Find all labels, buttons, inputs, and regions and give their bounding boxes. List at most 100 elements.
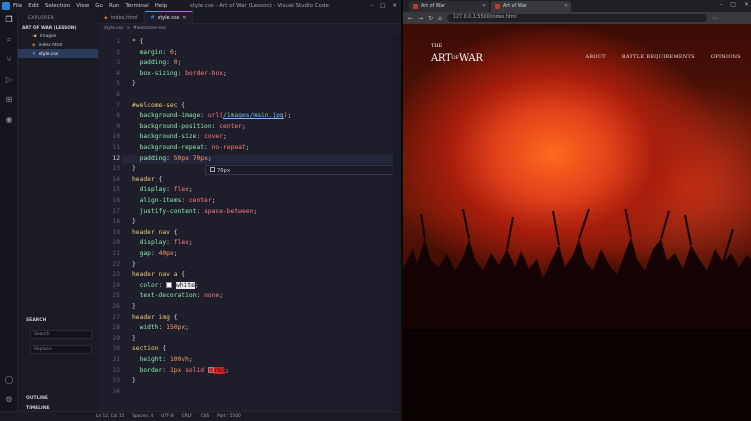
code-line[interactable]: } <box>132 377 136 384</box>
code-line[interactable]: background-size: cover; <box>132 133 227 140</box>
code-line[interactable]: } <box>132 335 136 342</box>
forward-icon[interactable]: → <box>418 15 423 22</box>
code-editor[interactable]: 1 * {2 margin: 0; 3 padding: 0; 4 box-sizin… <box>98 34 401 411</box>
maximize-icon[interactable]: □ <box>730 1 736 8</box>
nav-link-opinions[interactable]: OPINIONS <box>711 54 741 60</box>
close-tab-icon[interactable]: ✕ <box>482 4 486 9</box>
breadcrumb-file[interactable]: style.css <box>104 26 123 34</box>
menu-file[interactable]: File <box>13 3 22 9</box>
menu-go[interactable]: Go <box>95 3 103 9</box>
file-label: images <box>39 34 57 39</box>
favicon-icon <box>413 4 418 9</box>
menu-dots-icon[interactable]: ⋯ <box>712 15 718 22</box>
menu-help[interactable]: Help <box>155 3 168 9</box>
close-tab-icon[interactable]: ✕ <box>564 4 568 9</box>
menu-view[interactable]: View <box>76 3 89 9</box>
home-icon[interactable]: ⌂ <box>438 15 442 22</box>
minimap[interactable] <box>393 34 401 411</box>
line-number: 8 <box>116 112 120 120</box>
autocomplete-suggestion[interactable]: 70px <box>205 165 395 175</box>
outline-section[interactable]: OUTLINE <box>26 396 48 401</box>
code-line[interactable]: background-position: center; <box>132 123 246 130</box>
code-line[interactable]: header img { <box>132 314 178 321</box>
line-number: 17 <box>112 207 120 215</box>
code-line[interactable]: width: 150px; <box>132 324 189 331</box>
code-line[interactable]: * { <box>132 38 143 45</box>
code-line[interactable]: } <box>132 261 136 268</box>
code-line[interactable]: } <box>132 218 136 225</box>
replace-input[interactable]: Replace <box>30 345 92 354</box>
search-input[interactable]: Search <box>30 330 92 339</box>
folder-icon: ›▪ <box>32 34 37 39</box>
settings-gear-icon[interactable]: ⚙ <box>4 395 14 405</box>
close-icon[interactable]: ✕ <box>744 1 749 8</box>
search-section-title[interactable]: SEARCH <box>26 318 46 323</box>
line-number: 32 <box>112 366 120 374</box>
menu-selection[interactable]: Selection <box>45 3 70 9</box>
menu-terminal[interactable]: Terminal <box>125 3 148 9</box>
code-line[interactable]: border: 1px solid red; <box>132 366 229 374</box>
minimize-icon[interactable]: – <box>719 1 722 8</box>
code-line[interactable]: #welcome-sec { <box>132 102 185 109</box>
code-line[interactable]: } <box>132 165 136 172</box>
status-live-server[interactable]: Port : 5500 <box>217 414 241 419</box>
reload-icon[interactable]: ↻ <box>428 15 433 22</box>
line-number: 31 <box>112 356 120 363</box>
breadcrumb-symbol[interactable]: #welcome-sec <box>133 26 166 34</box>
address-bar[interactable]: 127.0.0.1:5500/index.html <box>446 14 707 22</box>
minimize-icon[interactable]: – <box>370 3 373 9</box>
browser-tab-active[interactable]: Art of War ✕ <box>491 1 571 12</box>
remote-icon[interactable]: ◉ <box>4 115 14 125</box>
status-cursor[interactable]: Ln 12, Col 15 <box>96 414 124 419</box>
nav-link-about[interactable]: ABOUT <box>585 54 606 60</box>
back-icon[interactable]: ← <box>408 15 413 22</box>
status-encoding[interactable]: UTF-8 <box>161 414 174 419</box>
line-number: 16 <box>112 197 120 204</box>
menu-run[interactable]: Run <box>109 3 120 9</box>
source-control-icon[interactable]: ⑂ <box>4 55 14 65</box>
code-line[interactable]: text-decoration: none; <box>132 292 223 299</box>
status-indent[interactable]: Spaces: 4 <box>132 414 153 419</box>
code-line[interactable]: section { <box>132 345 166 352</box>
code-line[interactable]: } <box>132 303 136 310</box>
code-line[interactable]: header { <box>132 176 162 183</box>
code-line[interactable]: padding: 0; <box>132 59 182 66</box>
project-folder[interactable]: ART OF WAR (LESSON) <box>18 21 98 31</box>
file-item-images[interactable]: ›▪ images <box>18 31 98 40</box>
code-line[interactable]: justify-content: space-between; <box>132 208 258 215</box>
code-line[interactable]: header nav { <box>132 229 178 236</box>
code-line[interactable]: } <box>132 80 136 87</box>
code-line[interactable]: display: flex; <box>132 186 193 193</box>
run-debug-icon[interactable]: ▷ <box>4 75 14 85</box>
code-line[interactable]: align-items: center; <box>132 197 216 204</box>
file-item-index-html[interactable]: ◈ index.html <box>18 40 98 49</box>
file-item-style-css[interactable]: # style.css <box>18 49 98 58</box>
status-language[interactable]: CSS <box>201 414 209 419</box>
site-logo[interactable]: THE ARTOFWAR <box>431 43 483 65</box>
close-tab-icon[interactable]: ✕ <box>182 15 186 21</box>
search-icon[interactable]: ⌕ <box>4 35 14 45</box>
line-number: 27 <box>112 313 120 321</box>
close-icon[interactable]: ✕ <box>392 3 397 9</box>
extensions-icon[interactable]: ⊞ <box>4 95 14 105</box>
tab-style-css[interactable]: # style.css ✕ <box>144 11 194 24</box>
code-line[interactable]: background-repeat: no-repeat; <box>132 144 250 151</box>
status-eol[interactable]: CRLF <box>182 414 193 419</box>
code-line[interactable]: gap: 40px; <box>132 250 178 257</box>
nav-link-battle-requirements[interactable]: BATTLE REQUIREMENTS <box>622 54 695 60</box>
menu-edit[interactable]: Edit <box>28 3 39 9</box>
code-line[interactable]: box-sizing: border-box; <box>132 70 227 77</box>
code-line[interactable]: display: flex; <box>132 239 193 246</box>
code-line[interactable]: margin: 0; <box>132 49 178 56</box>
code-line[interactable]: background-image: url(/images/main.jpg); <box>132 112 292 119</box>
code-line[interactable]: header nav a { <box>132 271 185 278</box>
explorer-icon[interactable]: ❐ <box>4 15 14 25</box>
code-line[interactable]: padding: 50px 70px; <box>132 155 212 162</box>
account-icon[interactable]: ◯ <box>4 375 14 385</box>
browser-tab[interactable]: Art of War ✕ <box>409 1 489 12</box>
code-line[interactable]: height: 100vh; <box>132 356 193 363</box>
maximize-icon[interactable]: □ <box>380 3 385 9</box>
tab-index-html[interactable]: ◈ index.html <box>98 11 145 24</box>
line-number: 34 <box>112 387 120 395</box>
code-line[interactable]: color: white; <box>132 281 199 289</box>
